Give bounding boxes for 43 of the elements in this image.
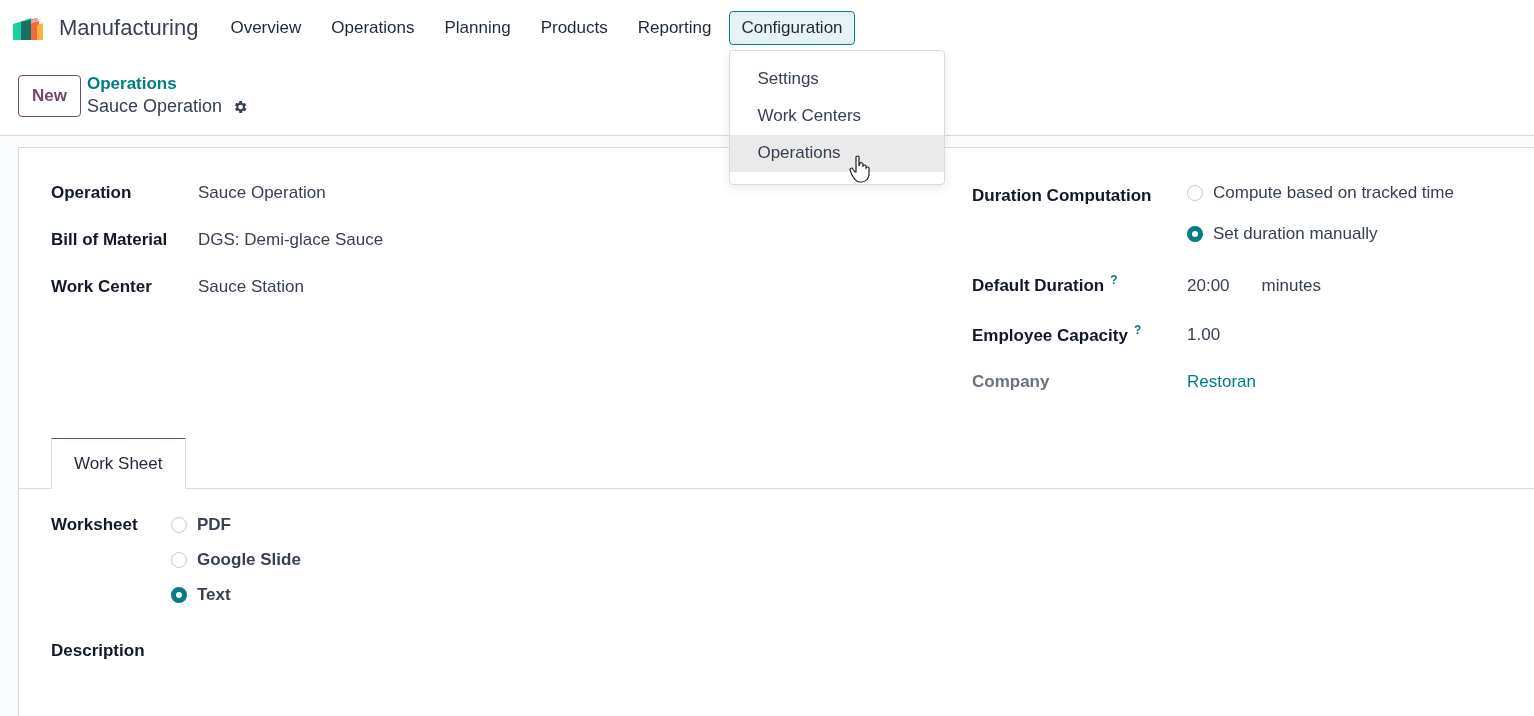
field-value[interactable]: Sauce Operation xyxy=(198,183,326,203)
field-value: 20:00 xyxy=(1187,275,1230,296)
field-label: Worksheet xyxy=(51,515,139,537)
app-name[interactable]: Manufacturing xyxy=(59,15,199,41)
nav-menu-item[interactable]: Reporting xyxy=(625,11,724,45)
radio-button[interactable] xyxy=(1187,185,1203,201)
radio-label: Google Slide xyxy=(197,550,301,571)
dropdown-item[interactable]: Operations xyxy=(730,135,945,172)
dropdown-item[interactable]: Settings xyxy=(730,61,945,98)
nav-menu-item[interactable]: Planning xyxy=(432,11,523,45)
breadcrumb-link[interactable]: Operations xyxy=(86,74,249,94)
gear-icon[interactable] xyxy=(232,98,249,115)
help-tooltip-mark[interactable]: ? xyxy=(1133,322,1142,337)
dropdown-item[interactable]: Work Centers xyxy=(730,98,945,135)
field-value[interactable]: DGS: Demi-glace Sauce xyxy=(198,230,384,250)
field-label: Company xyxy=(972,372,1050,392)
new-button[interactable]: New xyxy=(18,74,81,117)
field-label: Employee Capacity xyxy=(972,325,1128,345)
field-label: Description xyxy=(51,641,145,661)
radio-button[interactable] xyxy=(171,552,187,569)
radio-button[interactable] xyxy=(171,587,187,604)
help-tooltip-mark[interactable]: ? xyxy=(1110,273,1118,287)
field-label: Default Duration xyxy=(972,275,1105,295)
field-label: Duration Computation xyxy=(972,186,1153,206)
unit-label: minutes xyxy=(1261,275,1322,296)
radio-button[interactable] xyxy=(1187,226,1203,242)
field-label: Bill of Material xyxy=(51,230,169,250)
nav-menu-item[interactable]: Products xyxy=(528,11,620,45)
radio-label: Set duration manually xyxy=(1213,224,1378,244)
radio-button[interactable] xyxy=(171,517,187,534)
nav-menu-item[interactable]: Configuration xyxy=(729,11,855,45)
field-label: Work Center xyxy=(51,277,153,297)
field-value[interactable]: Restoran xyxy=(1187,372,1256,393)
radio-label: Compute based on tracked time xyxy=(1213,183,1454,203)
field-value: 1.00 xyxy=(1187,325,1221,346)
radio-label: Text xyxy=(197,585,231,606)
nav-menu-item[interactable]: Operations xyxy=(319,11,427,45)
nav-menu-item[interactable]: Overview xyxy=(218,11,314,45)
field-value[interactable]: Sauce Station xyxy=(198,277,304,297)
field-label: Operation xyxy=(51,183,133,203)
notebook-tab[interactable]: Work Sheet xyxy=(51,438,186,490)
record-title: Sauce Operation xyxy=(86,96,223,117)
radio-label: PDF xyxy=(197,515,231,536)
